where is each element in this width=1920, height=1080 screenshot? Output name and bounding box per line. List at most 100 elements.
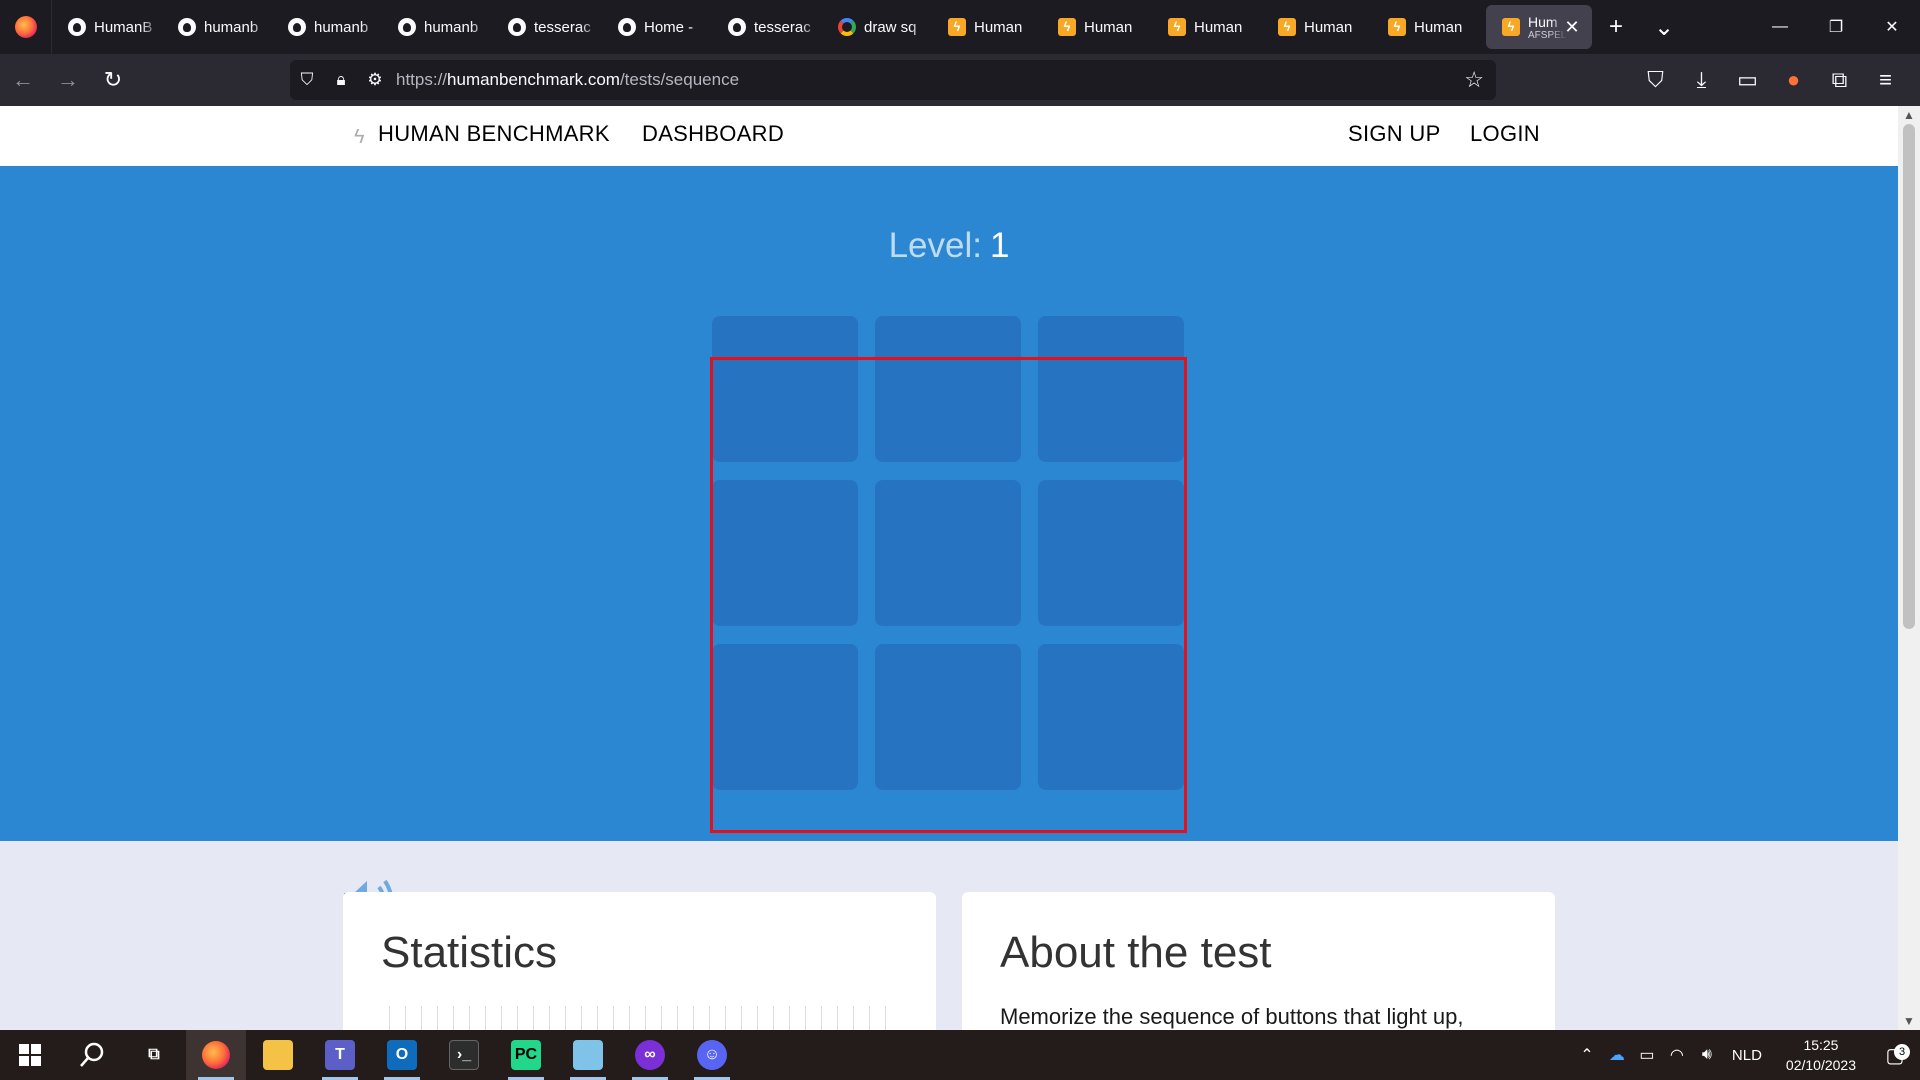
taskbar-app-incognito[interactable]: ∞ [620,1030,680,1080]
tab-strip: HumanB humanb humanb humanb tesserac Home - t… [52,5,1482,49]
screenshot-icon[interactable]: ▭ [1725,60,1770,100]
notification-center-button[interactable]: ▢ 3 [1870,1043,1920,1068]
taskbar-terminal[interactable]: ›_ [434,1030,494,1080]
tab-8[interactable]: ϟ Human [932,5,1042,49]
dashboard-link[interactable]: DASHBOARD [642,121,784,147]
github-icon [728,18,746,36]
permissions-icon[interactable]: ⚙ [358,60,392,100]
taskbar-file-explorer[interactable] [248,1030,308,1080]
url-text[interactable]: https://humanbenchmark.com/tests/sequenc… [396,70,739,90]
wifi-icon[interactable]: ◠ [1662,1045,1692,1065]
level-label: Level: [888,226,982,265]
tab-7[interactable]: draw sq [822,5,932,49]
taskbar-notepad[interactable] [558,1030,618,1080]
minimize-button[interactable]: — [1752,0,1808,54]
tab-label: humanb [424,18,479,36]
terminal-icon: ›_ [449,1040,479,1070]
new-tab-button[interactable]: + [1592,5,1640,49]
grid-square[interactable] [712,316,858,462]
tab-0[interactable]: HumanB [52,5,162,49]
grid-square[interactable] [712,480,858,626]
task-view-button[interactable]: ⧉ [124,1030,184,1080]
menu-icon[interactable]: ≡ [1863,60,1908,100]
clock-date: 02/10/2023 [1785,1057,1856,1073]
page-scrollbar[interactable]: ▲ ▼ [1898,106,1920,1030]
about-title: About the test [1000,928,1272,977]
extensions-puzzle-icon[interactable]: ⧉ [1817,60,1862,100]
signup-link[interactable]: SIGN UP [1348,121,1441,147]
language-indicator[interactable]: NLD [1732,1047,1762,1064]
tab-9[interactable]: ϟ Human [1042,5,1152,49]
taskbar-outlook[interactable]: O [372,1030,432,1080]
extension-icon[interactable]: ● [1771,60,1816,100]
taskbar-firefox[interactable] [186,1030,246,1080]
tab-10[interactable]: ϟ Human [1152,5,1262,49]
taskbar-pycharm[interactable]: PC [496,1030,556,1080]
shield-icon[interactable]: ⛉ [290,60,324,100]
restore-button[interactable]: ❐ [1808,0,1864,54]
humanbenchmark-icon: ϟ [1168,18,1186,36]
grid-square[interactable] [1038,644,1184,790]
outlook-icon: O [387,1040,417,1070]
login-link[interactable]: LOGIN [1470,121,1540,147]
brand-link[interactable]: HUMAN BENCHMARK [378,121,610,147]
chevron-up-icon[interactable]: ⌃ [1572,1045,1602,1065]
onedrive-icon[interactable]: ☁ [1602,1045,1632,1065]
scrollbar-thumb[interactable] [1903,124,1915,629]
tab-12[interactable]: ϟ Human [1372,5,1482,49]
about-text: Memorize the sequence of buttons that li… [1000,1004,1464,1029]
tab-label: Human [1194,18,1243,36]
url-prefix: https:// [396,70,448,89]
clock[interactable]: 15:25 02/10/2023 [1786,1035,1856,1075]
address-bar[interactable]: ⛉ 🔒︎ ⚙ https://humanbenchmark.com/tests/… [290,60,1496,100]
tab-1[interactable]: humanb [162,5,272,49]
start-button[interactable] [0,1030,60,1080]
web-page: ϟ HUMAN BENCHMARK DASHBOARD SIGN UP LOGI… [0,106,1898,1030]
tab-5[interactable]: Home - [602,5,712,49]
tab-11[interactable]: ϟ Human [1262,5,1372,49]
tab-3[interactable]: humanb [382,5,492,49]
back-button[interactable]: ← [1,60,45,100]
bookmark-star-icon[interactable]: ☆ [1464,67,1484,93]
firefox-view-button[interactable] [0,0,52,54]
tab-label: HumanB [94,18,153,36]
pocket-icon[interactable]: ⛉ [1633,60,1678,100]
tab-active[interactable]: ϟ Hum AFSPEL ✕ [1486,5,1592,49]
search-button[interactable] [62,1030,122,1080]
tab-6[interactable]: tesserac [712,5,822,49]
tab-2[interactable]: humanb [272,5,382,49]
windows-taskbar: ⧉ T O ›_ PC ∞ ☺ ⌃ ☁ ▭ ◠ 🔊︎ NLD 15:25 02/… [0,1030,1920,1080]
grid-square[interactable] [712,644,858,790]
grid-square[interactable] [875,316,1021,462]
system-tray: ⌃ ☁ ▭ ◠ 🔊︎ NLD 15:25 02/10/2023 ▢ 3 [1572,1030,1920,1080]
humanbenchmark-icon: ϟ [1278,18,1296,36]
grid-square[interactable] [875,644,1021,790]
grid-square[interactable] [1038,480,1184,626]
close-tab-icon[interactable]: ✕ [1562,17,1582,37]
taskbar-teams[interactable]: T [310,1030,370,1080]
search-icon [80,1042,104,1067]
github-icon [508,18,526,36]
forward-button[interactable]: → [46,60,90,100]
grid-square[interactable] [1038,316,1184,462]
tab-label: tesserac [534,18,591,36]
list-all-tabs-button[interactable]: ⌄ [1640,5,1688,49]
tab-label: Human [1084,18,1133,36]
firefox-icon [14,16,37,38]
reload-button[interactable]: ↻ [91,60,135,100]
test-area: Level: 1 [0,166,1898,923]
github-icon [178,18,196,36]
close-window-button[interactable]: ✕ [1864,0,1920,54]
humanbenchmark-icon: ϟ [1388,18,1406,36]
scroll-down-arrow[interactable]: ▼ [1898,1012,1920,1030]
scroll-up-arrow[interactable]: ▲ [1898,106,1920,124]
notification-count: 3 [1894,1043,1910,1060]
grid-square[interactable] [875,480,1021,626]
battery-icon[interactable]: ▭ [1632,1045,1662,1065]
lock-icon[interactable]: 🔒︎ [324,60,358,100]
tab-4[interactable]: tesserac [492,5,602,49]
volume-icon[interactable]: 🔊︎ [1692,1046,1722,1064]
discord-app-icon: ☺ [697,1040,727,1070]
downloads-icon[interactable]: ⤓ [1679,60,1724,100]
taskbar-app-discord[interactable]: ☺ [682,1030,742,1080]
